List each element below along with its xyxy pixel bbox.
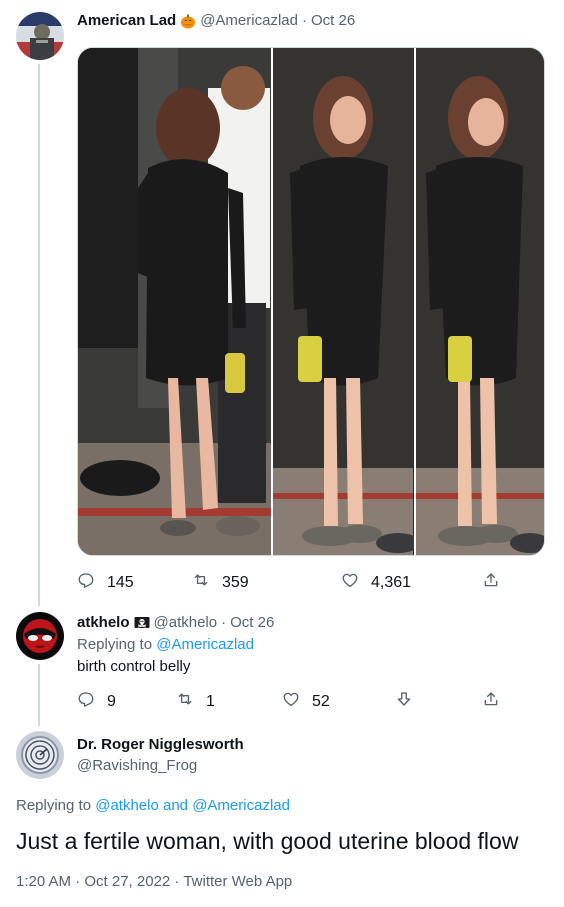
tweet-1-header: American Lad @Americazlad · Oct 26 [77, 12, 355, 29]
tweet-2-header: atkhelo @atkhelo · Oct 26 [77, 614, 274, 631]
retweet-count: 359 [222, 573, 249, 591]
tweet-date[interactable]: Oct 26 [230, 614, 274, 631]
tweet-3-header: Dr. Roger Nigglesworth [77, 736, 244, 753]
replying-to-prefix: Replying to [77, 636, 153, 653]
mention-link[interactable]: @atkhelo [95, 797, 159, 814]
display-name[interactable]: American Lad [77, 12, 176, 29]
share-icon [482, 690, 500, 713]
replying-to: Replying to @atkhelo and @Americazlad [16, 797, 290, 814]
display-name[interactable]: atkhelo [77, 614, 130, 631]
tweet-date[interactable]: Oct 26 [311, 12, 355, 29]
retweet-count: 1 [206, 692, 215, 710]
tweet-text: birth control belly [77, 658, 191, 675]
handle[interactable]: @atkhelo [154, 614, 218, 631]
mention-link[interactable]: @Americazlad [192, 797, 290, 814]
retweet-icon [192, 571, 210, 594]
heart-icon [341, 571, 359, 594]
reply-button[interactable]: 145 [77, 571, 134, 594]
reply-icon [77, 571, 95, 594]
skull-flag-icon [134, 615, 150, 631]
downvote-button[interactable] [395, 690, 413, 713]
avatar[interactable] [16, 731, 64, 779]
display-name[interactable]: Dr. Roger Nigglesworth [77, 736, 244, 753]
handle[interactable]: @Ravishing_Frog [77, 757, 197, 774]
thread-line-2 [38, 664, 40, 726]
reply-count: 145 [107, 573, 134, 591]
like-count: 4,361 [371, 573, 412, 591]
handle[interactable]: @Americazlad [200, 12, 298, 29]
share-icon [482, 571, 500, 594]
avatar[interactable] [16, 12, 64, 60]
retweet-button[interactable]: 359 [192, 571, 249, 594]
tweet-media[interactable] [77, 47, 545, 556]
separator-dot: · [221, 614, 227, 631]
separator-dot: · [301, 12, 307, 29]
like-button[interactable]: 52 [282, 690, 330, 713]
avatar[interactable] [16, 612, 64, 660]
heart-icon [282, 690, 300, 713]
pumpkin-icon [180, 13, 196, 29]
retweet-button[interactable]: 1 [176, 690, 215, 713]
reply-count: 9 [107, 692, 116, 710]
reply-button[interactable]: 9 [77, 690, 116, 713]
thread-line-1 [38, 64, 40, 606]
mention-link[interactable]: @Americazlad [156, 636, 254, 653]
share-button[interactable] [482, 571, 500, 594]
like-button[interactable]: 4,361 [341, 571, 411, 594]
share-button[interactable] [482, 690, 500, 713]
arrow-down-icon [395, 690, 413, 713]
replying-to: Replying to @Americazlad [77, 636, 254, 653]
tweet-timestamp[interactable]: 1:20 AM · Oct 27, 2022 · Twitter Web App [16, 873, 292, 890]
replying-to-prefix: Replying to [16, 797, 92, 814]
retweet-icon [176, 690, 194, 713]
tweet-text: Just a fertile woman, with good uterine … [16, 828, 519, 854]
tweet-3-handle-row: @Ravishing_Frog [77, 757, 197, 774]
like-count: 52 [312, 692, 330, 710]
reply-icon [77, 690, 95, 713]
mention-and: and [163, 797, 189, 814]
